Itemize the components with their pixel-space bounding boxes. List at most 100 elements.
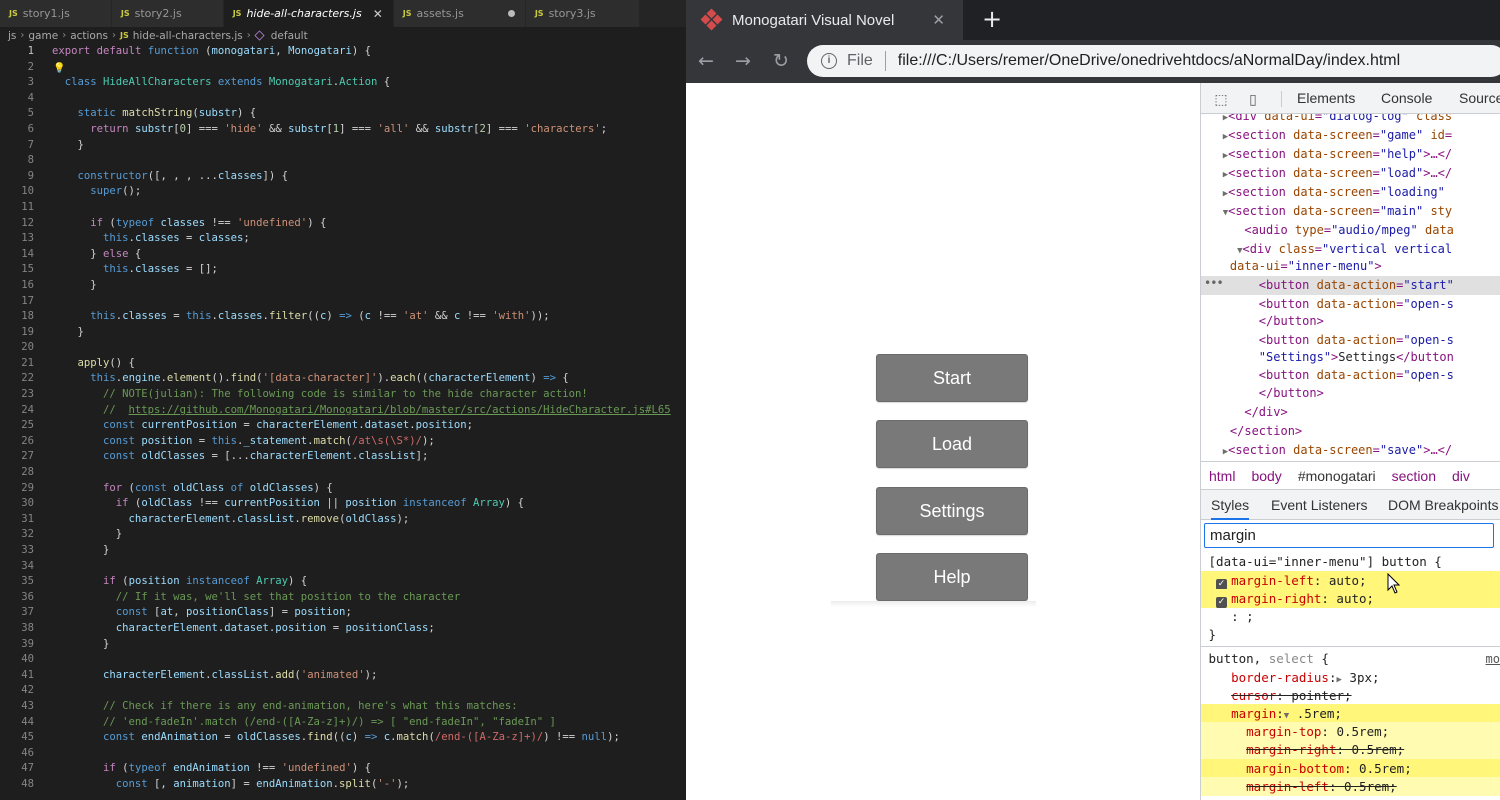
editor-tab-hide-all-characters[interactable]: JS hide-all-characters.js ✕ [223, 0, 394, 27]
tab-dom-breakpoints[interactable]: DOM Breakpoints [1388, 490, 1498, 520]
address-bar[interactable]: i File file:///C:/Users/remer/OneDrive/o… [807, 45, 1500, 77]
code-line: 30 if (oldClass !== currentPosition || p… [0, 496, 686, 512]
dom-node[interactable]: data-ui="inner-menu"> [1201, 257, 1500, 276]
line-number: 21 [21, 356, 34, 369]
browser-toolbar: ← → ↻ i File file:///C:/Users/remer/OneD… [686, 40, 1500, 83]
dom-node[interactable]: ▶<section data-screen="load">…</ [1201, 164, 1500, 183]
css-declaration[interactable]: ✓ margin-right: auto; [1201, 589, 1500, 608]
crumb-div[interactable]: div [1444, 468, 1478, 484]
dom-node[interactable]: </div> [1201, 403, 1500, 422]
css-declaration[interactable]: cursor: pointer; [1201, 686, 1500, 705]
css-declaration[interactable]: margin-top: 0.5rem; [1201, 722, 1500, 741]
code-line: 31 characterElement.classList.remove(old… [0, 512, 686, 528]
styles-filter-input[interactable] [1204, 523, 1494, 548]
code-area[interactable]: 1 export default function (monogatari, Mo… [0, 44, 686, 793]
dom-node[interactable]: "Settings">Settings</button [1201, 348, 1500, 367]
unsaved-dot-icon[interactable] [507, 10, 515, 17]
more-dots-icon[interactable]: ••• [1204, 276, 1224, 290]
line-number: 18 [21, 310, 34, 323]
editor-tab-assets[interactable]: JS assets.js [393, 0, 526, 27]
close-icon[interactable]: ✕ [373, 7, 383, 21]
dom-node[interactable]: ▶<section data-screen="help">…</ [1201, 145, 1500, 164]
load-button[interactable]: Load [876, 420, 1028, 468]
line-number: 28 [21, 466, 34, 479]
code-line: 21 apply() { [0, 356, 686, 372]
code-line: 41 characterElement.classList.add('anima… [0, 668, 686, 684]
css-declaration[interactable]: ✓ margin-left: auto; [1201, 571, 1500, 590]
browser-tab-strip: Monogatari Visual Novel ✕ + [686, 0, 1500, 40]
start-button[interactable]: Start [876, 354, 1028, 402]
browser-window: Monogatari Visual Novel ✕ + ← → ↻ i File… [686, 0, 1500, 800]
devtools-tab-bar: ⬚ ▯ Elements Console Sources [1201, 83, 1500, 114]
url-text[interactable]: file:///C:/Users/remer/OneDrive/onedrive… [898, 52, 1400, 70]
forward-arrow-icon[interactable]: → [730, 48, 756, 74]
code-line: 15 this.classes = []; [0, 262, 686, 278]
dom-node[interactable]: ▶<section data-screen="save">…</ [1201, 441, 1500, 460]
line-number: 7 [27, 138, 34, 151]
code-line: 25 const currentPosition = characterElem… [0, 418, 686, 434]
close-icon[interactable]: ✕ [932, 11, 945, 29]
reload-icon[interactable]: ↻ [768, 48, 794, 74]
breadcrumb-item[interactable]: hide-all-characters.js [133, 30, 243, 42]
dom-node[interactable]: </button> [1201, 312, 1500, 331]
line-number: 15 [21, 263, 34, 276]
element-breadcrumbs: html body #monogatari section div [1201, 461, 1500, 490]
tab-sources[interactable]: Sources [1459, 83, 1500, 114]
code-editor[interactable]: JS story1.js JS story2.js JS hide-all-chara… [0, 0, 686, 800]
css-declaration[interactable]: margin-right: 0.5rem; [1201, 740, 1500, 759]
breadcrumb-item[interactable]: game [28, 30, 58, 42]
dom-node[interactable]: <audio type="audio/mpeg" data [1201, 221, 1500, 240]
css-declaration[interactable]: margin-bottom: 0.5rem; [1201, 759, 1500, 778]
tab-styles[interactable]: Styles [1211, 490, 1250, 520]
dom-node[interactable]: ▶<div data-ui="dialog-log" class [1201, 114, 1500, 126]
editor-tab-story2[interactable]: JS story2.js [111, 0, 224, 27]
breadcrumb: js › game › actions › JS hide-all-character… [0, 27, 686, 44]
settings-button[interactable]: Settings [876, 487, 1028, 535]
dom-node[interactable]: </button> [1201, 384, 1500, 403]
editor-tab-story1[interactable]: JS story1.js [0, 0, 112, 27]
chevron-right-icon: › [111, 30, 116, 41]
line-number: 12 [21, 216, 34, 229]
css-declaration[interactable]: : ; [1201, 607, 1500, 626]
inspect-element-icon[interactable]: ⬚ [1213, 91, 1229, 107]
lightbulb-icon[interactable]: 💡 [53, 61, 65, 77]
crumb-body[interactable]: body [1243, 468, 1289, 484]
editor-tab-story3[interactable]: JS story3.js [525, 0, 640, 27]
line-number: 37 [21, 606, 34, 619]
tab-elements[interactable]: Elements [1297, 83, 1355, 114]
dom-node[interactable]: ▶<section data-screen="loading" [1201, 183, 1500, 202]
breadcrumb-item[interactable]: js [8, 30, 16, 42]
dom-node[interactable]: ▶<section data-screen="game" id= [1201, 126, 1500, 145]
css-declaration[interactable]: margin:▼ .5rem; [1201, 704, 1500, 723]
css-declaration[interactable]: border-radius:▶ 3px; [1201, 668, 1500, 687]
crumb-html[interactable]: html [1201, 468, 1243, 484]
address-divider [884, 51, 886, 71]
info-icon[interactable]: i [821, 53, 837, 69]
code-line: 3 class HideAllCharacters extends Monoga… [0, 75, 686, 91]
help-button[interactable]: Help [876, 553, 1028, 601]
dom-node-selected[interactable]: <button data-action="start" [1201, 276, 1500, 295]
stylesheet-origin-link[interactable]: mo [1486, 652, 1500, 666]
devtools-panel: ⬚ ▯ Elements Console Sources ▶<div data-… [1200, 83, 1500, 800]
tab-console[interactable]: Console [1381, 83, 1432, 114]
line-number: 29 [21, 481, 34, 494]
css-declaration[interactable]: margin-left: 0.5rem; [1201, 777, 1500, 796]
new-tab-button[interactable]: + [978, 6, 1006, 34]
dom-node[interactable]: <button data-action="open-s [1201, 366, 1500, 385]
breadcrumb-item[interactable]: default [271, 30, 308, 42]
dom-tree[interactable]: ▶<div data-ui="dialog-log" class ▶<secti… [1201, 114, 1500, 461]
dom-node[interactable]: </section> [1201, 422, 1500, 441]
crumb-section[interactable]: section [1384, 468, 1444, 484]
device-toolbar-icon[interactable]: ▯ [1245, 91, 1261, 107]
tab-event-listeners[interactable]: Event Listeners [1271, 490, 1368, 520]
line-number: 1 [27, 45, 34, 57]
code-line: 26 const position = this._statement.matc… [0, 434, 686, 450]
browser-tab[interactable]: Monogatari Visual Novel ✕ [686, 0, 963, 40]
back-arrow-icon[interactable]: ← [693, 48, 719, 74]
crumb-monogatari[interactable]: #monogatari [1290, 468, 1384, 484]
dom-node[interactable]: ▼<section data-screen="main" sty [1201, 202, 1500, 221]
browser-tab-title: Monogatari Visual Novel [732, 11, 895, 29]
breadcrumb-item[interactable]: actions [70, 30, 108, 42]
code-line: 6 return substr[0] === 'hide' && substr[… [0, 122, 686, 138]
code-line: 8 [0, 153, 686, 169]
